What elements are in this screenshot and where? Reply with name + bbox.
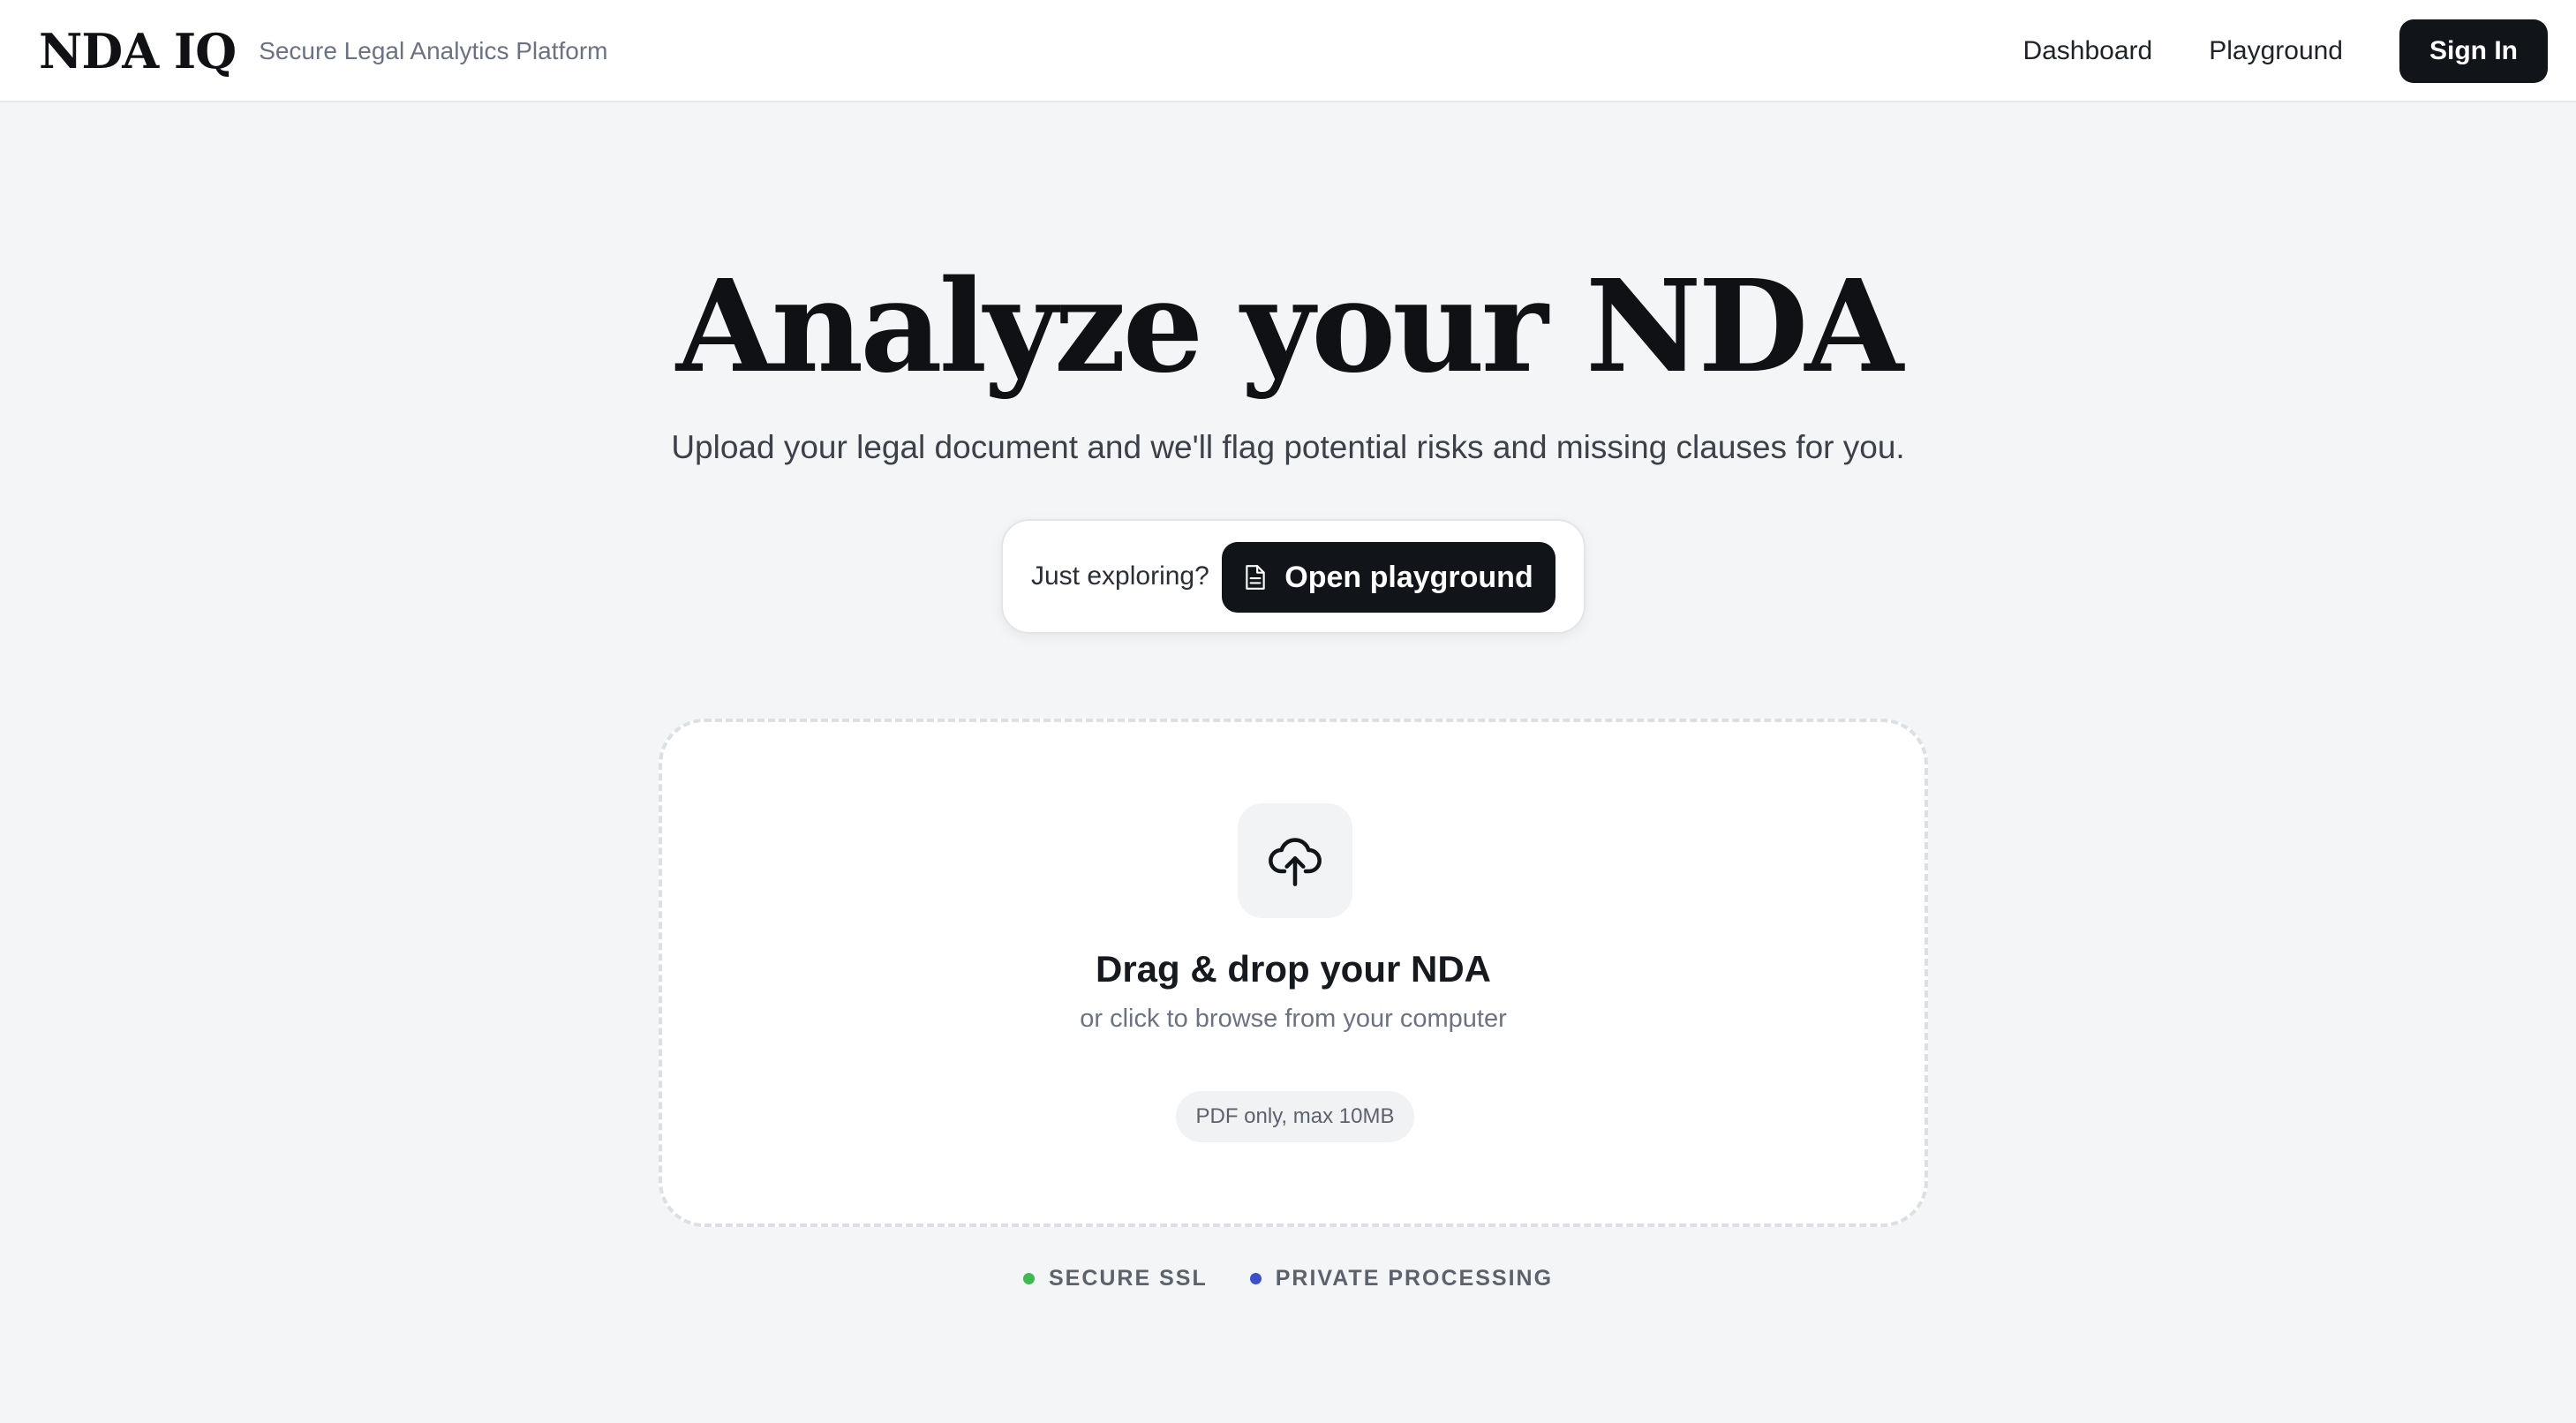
open-playground-label: Open playground	[1284, 560, 1533, 594]
brand-tagline: Secure Legal Analytics Platform	[259, 37, 608, 64]
upload-icon-container	[1238, 803, 1352, 918]
file-format-badge: PDF only, max 10MB	[1176, 1091, 1414, 1142]
trust-item-ssl: SECURE SSL	[1022, 1266, 1208, 1291]
trust-indicators: SECURE SSL PRIVATE PROCESSING	[0, 1266, 2576, 1291]
file-dropzone[interactable]: Drag & drop your NDA or click to browse …	[659, 719, 1928, 1227]
trust-item-private: PRIVATE PROCESSING	[1249, 1266, 1554, 1291]
dropzone-subtitle: or click to browse from your computer	[1080, 1005, 1507, 1033]
top-navbar: NDA IQ Secure Legal Analytics Platform D…	[0, 0, 2576, 102]
nav-link-dashboard[interactable]: Dashboard	[2022, 36, 2152, 66]
trust-label-ssl: SECURE SSL	[1048, 1266, 1208, 1291]
brand-logo[interactable]: NDA IQ	[39, 23, 237, 79]
main-nav: Dashboard Playground Sign In	[2022, 0, 2548, 102]
explore-card: Just exploring? Open playground	[1001, 519, 1586, 634]
open-playground-button[interactable]: Open playground	[1222, 542, 1555, 613]
document-icon	[1246, 565, 1265, 590]
trust-label-private: PRIVATE PROCESSING	[1275, 1266, 1554, 1291]
status-dot-green	[1022, 1273, 1035, 1284]
page-subtitle: Upload your legal document and we'll fla…	[671, 429, 1905, 465]
page-title: Analyze your NDA	[675, 252, 1903, 401]
explore-prompt: Just exploring?	[1031, 561, 1209, 591]
brand: NDA IQ Secure Legal Analytics Platform	[39, 0, 608, 102]
status-dot-blue	[1249, 1273, 1262, 1284]
nav-link-playground[interactable]: Playground	[2209, 36, 2343, 66]
dropzone-title: Drag & drop your NDA	[1095, 948, 1491, 990]
cloud-upload-icon	[1269, 838, 1322, 886]
sign-in-button[interactable]: Sign In	[2399, 19, 2548, 83]
